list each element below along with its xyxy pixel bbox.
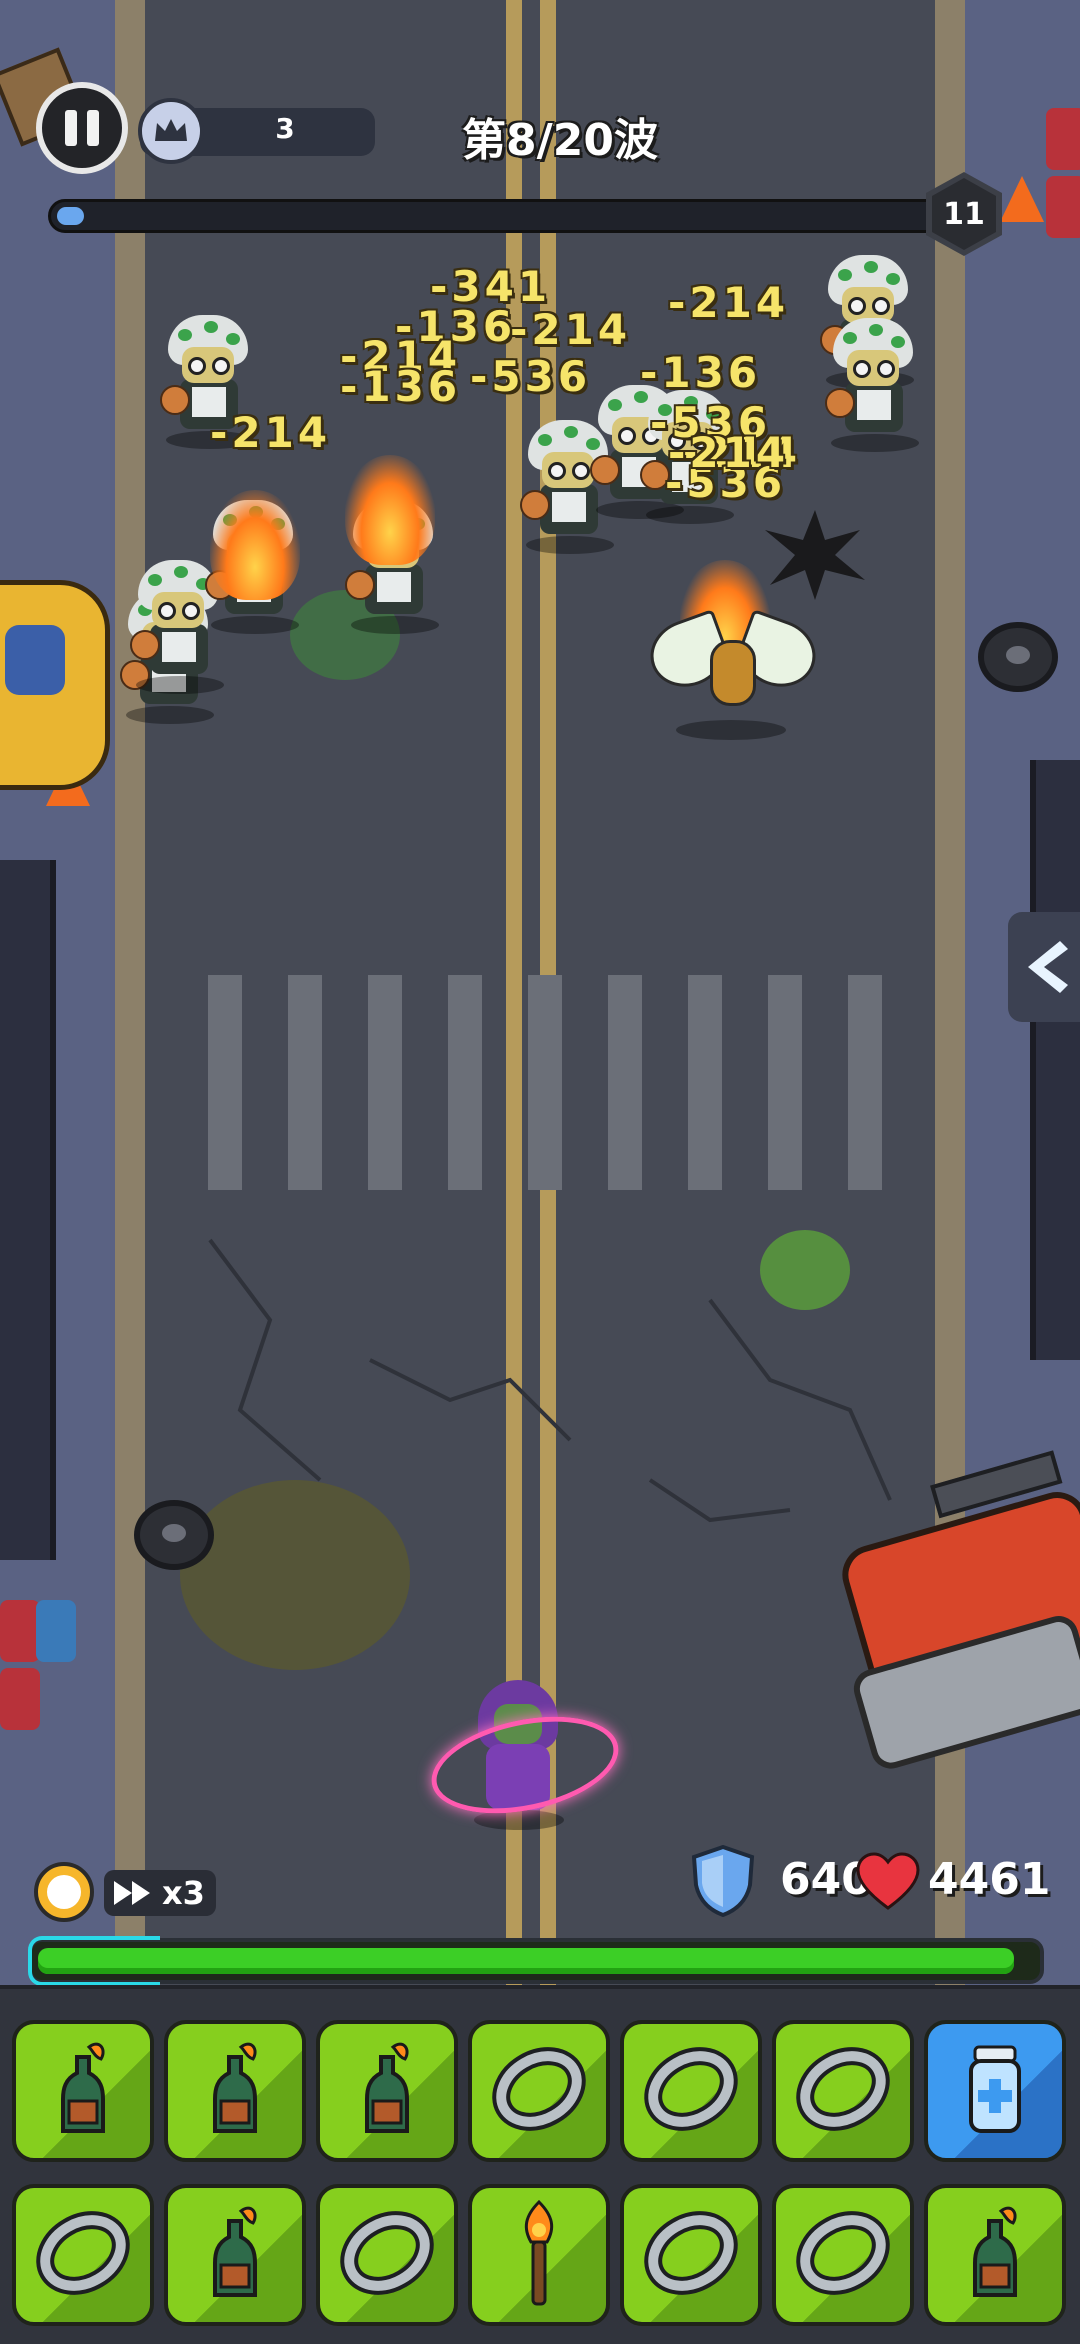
zombie-enemy: [825, 318, 921, 452]
moth-enemy: [641, 600, 825, 740]
scorch-mark: [765, 510, 865, 600]
game-stage[interactable]: 3 第8/20波 11 -341 -136 -214 -136 -214 -214 -136…: [0, 0, 1080, 1985]
molotov-icon: [43, 2039, 123, 2143]
crown-count: 3: [275, 112, 295, 145]
damage-number: -214: [668, 428, 790, 477]
wave-title: 第8/20波: [462, 115, 658, 166]
inventory-slot[interactable]: [12, 2184, 154, 2326]
shield-icon: [691, 1845, 755, 1917]
traffic-cone: [1000, 176, 1044, 222]
inventory-slot[interactable]: [468, 2020, 610, 2162]
barrel-prop: [0, 1668, 40, 1730]
heart-icon: [856, 1852, 920, 1910]
fast-forward-icon: [114, 1881, 150, 1905]
medkit-icon: [965, 2039, 1025, 2143]
inventory-slot[interactable]: [316, 2020, 458, 2162]
molotov-icon: [195, 2203, 275, 2307]
inventory-slot[interactable]: [924, 2020, 1066, 2162]
clock-icon[interactable]: [34, 1862, 94, 1922]
barrel-prop: [1046, 176, 1080, 238]
side-drawer-arrow-button[interactable]: [1008, 912, 1080, 1022]
inventory-slot[interactable]: [620, 2020, 762, 2162]
building-right: [1030, 760, 1080, 1360]
ring-icon: [489, 2044, 589, 2138]
barrel-prop: [0, 1600, 40, 1662]
damage-number: -536: [470, 352, 592, 401]
damage-number: -214: [668, 278, 790, 327]
building-left: [0, 860, 56, 1560]
inventory-slot[interactable]: [164, 2184, 306, 2326]
damage-number: -136: [640, 348, 762, 397]
ring-icon: [33, 2208, 133, 2302]
inventory-slot[interactable]: [772, 2020, 914, 2162]
left-curb: [115, 0, 145, 1985]
pause-button[interactable]: [36, 82, 128, 174]
inventory-slot[interactable]: [772, 2184, 914, 2326]
damage-number: -214: [210, 408, 332, 457]
goo-splat: [760, 1230, 850, 1310]
inventory-slot[interactable]: [468, 2184, 610, 2326]
taxi-car: [0, 580, 110, 790]
barrel-prop: [36, 1600, 76, 1662]
speed-label: x3: [162, 1874, 205, 1912]
fire-effect: [345, 455, 435, 565]
inventory-slot[interactable]: [316, 2184, 458, 2326]
inventory-slot[interactable]: [924, 2184, 1066, 2326]
molotov-icon: [955, 2203, 1035, 2307]
hp-bar-fill: [38, 1948, 1015, 1974]
tire-prop: [978, 622, 1058, 692]
crown-icon: [138, 98, 204, 164]
goo-splat: [180, 1480, 410, 1670]
ring-icon: [641, 2044, 741, 2138]
chevron-left-icon: [1028, 941, 1068, 993]
molotov-icon: [195, 2039, 275, 2143]
hp-bar: [28, 1938, 1044, 1984]
inventory-panel: [0, 1985, 1080, 2344]
ring-icon: [793, 2044, 893, 2138]
molotov-icon: [347, 2039, 427, 2143]
speed-toggle-button[interactable]: x3: [104, 1870, 216, 1916]
hp-bar-cap: [28, 1936, 160, 1985]
damage-number: -214: [510, 305, 632, 354]
tire-prop: [134, 1500, 214, 1570]
level-badge-number: 11: [943, 196, 985, 232]
inventory-slot[interactable]: [164, 2020, 306, 2162]
ring-icon: [793, 2208, 893, 2302]
wave-progress-fill: [57, 207, 84, 225]
ring-icon: [641, 2208, 741, 2302]
torch-icon: [509, 2198, 569, 2312]
ring-icon: [337, 2208, 437, 2302]
wave-progress-bar: [48, 199, 948, 233]
inventory-slot[interactable]: [620, 2184, 762, 2326]
barrel-prop: [1046, 108, 1080, 170]
damage-number: -136: [340, 362, 462, 411]
fire-effect: [210, 490, 300, 600]
inventory-slot[interactable]: [12, 2020, 154, 2162]
hp-value: 4461: [928, 1854, 1051, 1905]
